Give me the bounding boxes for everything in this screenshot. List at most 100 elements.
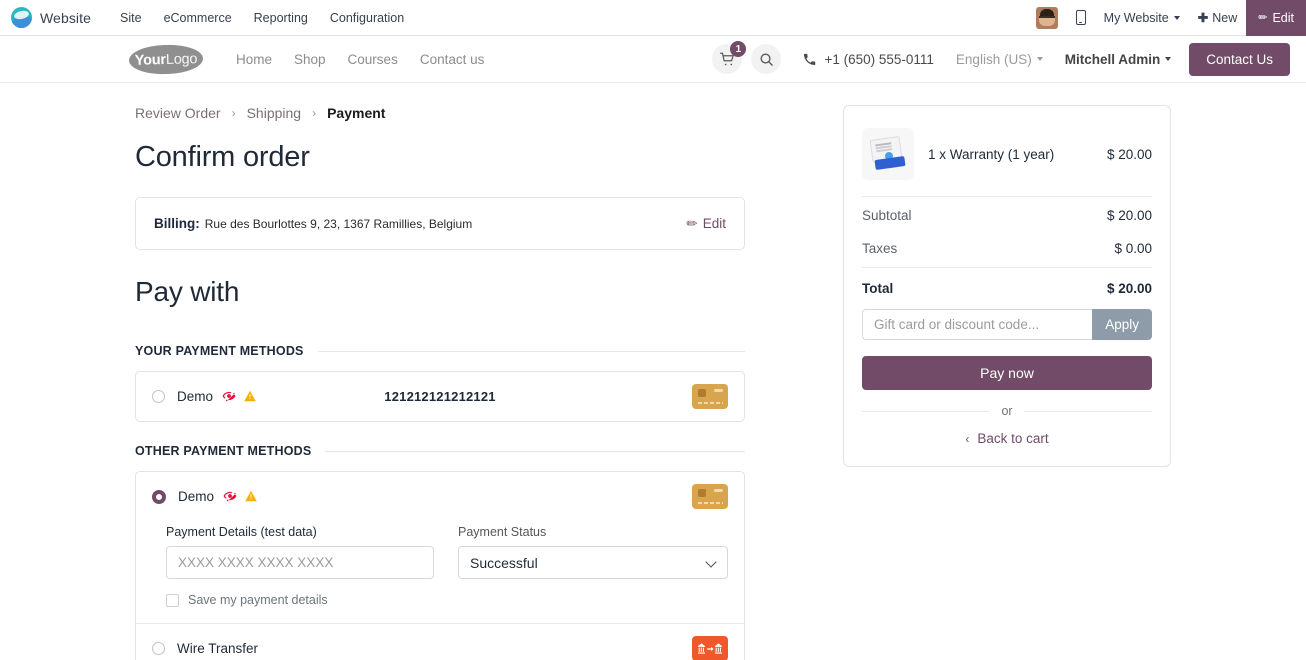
- checkout-container: Review Order › Shipping › Payment Confir…: [135, 105, 1171, 660]
- payment-details-label: Payment Details (test data): [166, 525, 317, 539]
- payment-method-demo-row[interactable]: Demo: [136, 472, 744, 521]
- menu-ecommerce[interactable]: eCommerce: [153, 5, 243, 31]
- save-payment-details-label: Save my payment details: [188, 593, 328, 607]
- subtotal-label: Subtotal: [862, 208, 912, 223]
- taxes-value: $ 0.00: [1114, 241, 1152, 256]
- nav-courses[interactable]: Courses: [337, 46, 409, 73]
- billing-address-text: Rue des Bourlottes 9, 23, 1367 Ramillies…: [204, 216, 473, 231]
- save-payment-details-checkbox[interactable]: [166, 593, 179, 607]
- apply-coupon-button[interactable]: Apply: [1092, 309, 1152, 340]
- summary-line-subtotal: Subtotal $ 20.00: [862, 199, 1152, 232]
- odoo-app-brand[interactable]: Website: [0, 7, 97, 28]
- pay-with-title: Pay with: [135, 276, 240, 307]
- billing-address-card: Billing: Rue des Bourlottes 9, 23, 1367 …: [135, 197, 745, 250]
- edit-button[interactable]: ✏ Edit: [1246, 0, 1306, 36]
- save-payment-details-row[interactable]: Save my payment details: [166, 593, 728, 607]
- chevron-left-icon: ‹: [965, 431, 970, 446]
- odoo-systray: My Website ✚ New ✏ Edit: [1027, 0, 1306, 36]
- nav-contact-us[interactable]: Contact us: [409, 46, 496, 73]
- billing-label: Billing:: [154, 216, 200, 231]
- payment-method-wire-transfer-row[interactable]: Wire Transfer: [136, 624, 744, 660]
- coupon-input[interactable]: [862, 309, 1093, 340]
- coupon-form: Apply: [862, 309, 1152, 340]
- odoo-top-navbar: Website Site eCommerce Reporting Configu…: [0, 0, 1306, 36]
- total-label: Total: [862, 281, 894, 296]
- nav-shop[interactable]: Shop: [283, 46, 337, 73]
- total-value: $ 20.00: [1106, 281, 1152, 296]
- cart-button[interactable]: 1: [712, 41, 747, 74]
- demo-method-radio[interactable]: [152, 489, 166, 504]
- avatar-image-icon: [1035, 6, 1058, 29]
- contact-us-button[interactable]: Contact Us: [1189, 42, 1290, 76]
- order-line-name: 1 x Warranty (1 year): [928, 146, 1055, 162]
- menu-configuration[interactable]: Configuration: [319, 5, 415, 31]
- user-menu[interactable]: Mitchell Admin: [1065, 52, 1172, 67]
- edit-billing-label: Edit: [702, 216, 726, 231]
- search-button[interactable]: [751, 44, 782, 74]
- breadcrumb-separator-icon: ›: [231, 106, 236, 120]
- checkout-left-column: Review Order › Shipping › Payment Confir…: [135, 105, 745, 660]
- cart-count-badge: 1: [730, 41, 747, 57]
- wire-transfer-radio[interactable]: [152, 642, 165, 655]
- saved-payment-method-card: Demo 121212121212121: [135, 371, 745, 422]
- demo-form-row: Payment Details (test data) Payment Stat…: [166, 525, 728, 579]
- odoo-menu-bar: Site eCommerce Reporting Configuration: [109, 5, 415, 31]
- chevron-down-icon: [1165, 57, 1172, 61]
- divider: [862, 410, 990, 412]
- bank-transfer-glyph: [698, 642, 722, 654]
- order-line-price: $ 20.00: [1106, 146, 1152, 162]
- menu-reporting[interactable]: Reporting: [243, 5, 319, 31]
- subtotal-value: $ 20.00: [1106, 208, 1152, 223]
- divider: [862, 196, 1152, 197]
- chevron-down-icon: [1173, 15, 1180, 20]
- summary-line-total: Total $ 20.00: [862, 270, 1152, 309]
- menu-site[interactable]: Site: [109, 5, 153, 31]
- page-title: Confirm order: [135, 141, 310, 173]
- saved-method-radio[interactable]: [152, 390, 165, 403]
- saved-method-token: 121212121212121: [384, 389, 496, 404]
- payment-status-select-wrap: Successful: [458, 546, 728, 579]
- pencil-icon: ✏: [1258, 12, 1268, 24]
- new-button-label: New: [1212, 10, 1238, 25]
- saved-payment-method-row[interactable]: Demo 121212121212121: [136, 372, 744, 421]
- other-payment-methods-label: OTHER PAYMENT METHODS: [135, 444, 312, 458]
- bank-transfer-icon: [692, 636, 728, 660]
- site-main-nav: Home Shop Courses Contact us: [225, 46, 495, 73]
- edit-billing-link[interactable]: ✏ Edit: [686, 216, 726, 232]
- breadcrumb-shipping[interactable]: Shipping: [247, 105, 302, 121]
- site-logo-logo: Logo: [165, 50, 198, 68]
- website-app-icon: [11, 7, 32, 28]
- payment-details-input[interactable]: [166, 546, 434, 579]
- payment-details-field-group: Payment Details (test data): [166, 525, 434, 579]
- language-selector-label: English (US): [955, 51, 1032, 67]
- your-payment-methods-label: YOUR PAYMENT METHODS: [135, 344, 304, 358]
- order-line-item: 1 x Warranty (1 year) $ 20.00: [862, 122, 1152, 194]
- back-to-cart-link[interactable]: ‹ Back to cart: [862, 431, 1152, 446]
- payment-status-select[interactable]: Successful: [458, 546, 728, 579]
- saved-method-name: Demo: [177, 389, 214, 404]
- back-to-cart-label: Back to cart: [977, 431, 1049, 446]
- or-label: or: [1001, 404, 1013, 418]
- payment-status-field-group: Payment Status Successful: [458, 525, 728, 579]
- app-name-label: Website: [40, 9, 92, 26]
- breadcrumb-review-order[interactable]: Review Order: [135, 105, 221, 121]
- language-selector[interactable]: English (US): [956, 52, 1043, 67]
- mobile-preview-button[interactable]: [1067, 0, 1095, 36]
- nav-home[interactable]: Home: [225, 46, 283, 73]
- demo-method-name: Demo: [178, 489, 215, 504]
- website-selector[interactable]: My Website: [1095, 0, 1189, 36]
- site-logo-your: Your: [134, 51, 167, 68]
- site-logo[interactable]: Your Logo: [128, 43, 204, 75]
- breadcrumb-separator-icon: ›: [312, 106, 317, 120]
- pencil-icon: ✏: [686, 215, 698, 231]
- header-phone-number: +1 (650) 555-0111: [824, 51, 934, 67]
- new-button[interactable]: ✚ New: [1189, 0, 1247, 36]
- header-phone[interactable]: +1 (650) 555-0111: [803, 51, 934, 67]
- product-box-image: [862, 128, 914, 180]
- user-avatar[interactable]: [1027, 0, 1067, 36]
- user-menu-label: Mitchell Admin: [1064, 51, 1161, 67]
- breadcrumb-payment-current: Payment: [327, 105, 386, 121]
- divider: [1024, 410, 1152, 412]
- pay-now-button[interactable]: Pay now: [862, 356, 1152, 390]
- chevron-down-icon: [1036, 57, 1043, 61]
